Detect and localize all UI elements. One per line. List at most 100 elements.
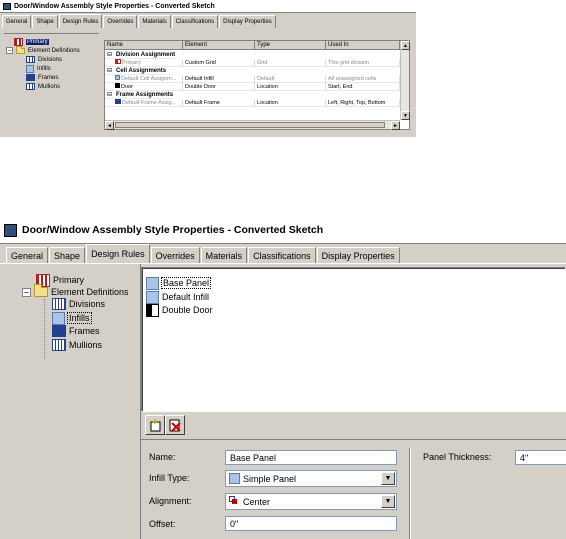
form-divider (409, 448, 411, 539)
bottom-window-icon (4, 224, 17, 237)
offset-field[interactable]: 0" (225, 516, 397, 531)
table-row[interactable]: Door Double Door Location Start, End (105, 83, 400, 91)
top-tab-classifications[interactable]: Classifications (171, 15, 219, 28)
scroll-up-icon[interactable]: ▲ (401, 41, 410, 50)
top-tab-general[interactable]: General (2, 15, 32, 28)
group-row-frame[interactable]: ⊟ Frame Assignments (105, 91, 400, 99)
cell-element: Custom Grid (183, 59, 255, 67)
divisions-icon (26, 56, 35, 63)
top-tab-strip: General Shape Design Rules Overrides Mat… (0, 14, 416, 28)
scroll-thumb[interactable] (115, 122, 385, 128)
top-tab-shape[interactable]: Shape (32, 15, 58, 28)
infill-type-select[interactable]: Simple Panel ▼ (225, 470, 397, 487)
group-row-division[interactable]: ⊟ Division Assignment (105, 51, 400, 59)
delete-infill-button[interactable] (165, 415, 185, 435)
cell-type: Location (255, 99, 326, 107)
top-tab-display-properties[interactable]: Display Properties (219, 15, 276, 28)
panel-thickness-value: 4" (520, 452, 529, 463)
bottom-tree-primary-label: Primary (53, 275, 84, 285)
scroll-right-icon[interactable]: ► (391, 121, 400, 130)
cell-used-in: All unassigned cells (326, 75, 400, 83)
top-tree-element-definitions[interactable]: − Element Definitions (6, 45, 80, 55)
infill-icon (115, 75, 120, 80)
top-tree-infills-label: Infills (37, 65, 51, 72)
bottom-tree-view: Primary − Element Definitions Divisions … (14, 273, 134, 539)
primary-grid-icon (14, 37, 23, 46)
bottom-tab-materials[interactable]: Materials (200, 247, 248, 263)
list-item-label: Default Infill (162, 292, 210, 302)
bottom-tab-overrides[interactable]: Overrides (150, 247, 200, 263)
alignment-select[interactable]: Center ▼ (225, 493, 397, 510)
infill-type-value: Simple Panel (243, 473, 297, 484)
collapse-icon[interactable]: ⊟ (105, 51, 114, 59)
name-field-value: Base Panel (230, 452, 277, 463)
scroll-left-icon[interactable]: ◄ (105, 121, 114, 130)
list-item-label: Base Panel (160, 277, 212, 289)
tab-page-edge (0, 263, 566, 264)
bottom-tree-mullions[interactable]: Mullions (52, 338, 102, 352)
top-tree-frames-label: Frames (38, 74, 59, 81)
top-table-horizontal-scrollbar[interactable]: ◄ ► (105, 120, 400, 130)
chevron-down-icon[interactable]: ▼ (381, 472, 395, 485)
group-row-cell[interactable]: ⊟ Cell Assignments (105, 67, 400, 75)
name-label-text: Name: (149, 452, 176, 462)
top-tree-mullions-label: Mullions (38, 83, 61, 90)
col-header-element[interactable]: Element (183, 41, 255, 49)
top-tab-materials[interactable]: Materials (138, 15, 171, 28)
bottom-tree-frames[interactable]: Frames (52, 324, 100, 338)
name-field[interactable]: Base Panel (225, 450, 397, 465)
chevron-down-icon[interactable]: ▼ (381, 495, 395, 508)
top-tree-frames[interactable]: Frames (26, 73, 58, 82)
bottom-tab-general[interactable]: General (6, 247, 49, 263)
bottom-tree-frames-label: Frames (69, 326, 100, 336)
table-row[interactable]: Primary Custom Grid Grid This grid divis… (105, 59, 400, 67)
name-label: Name: (149, 452, 176, 462)
top-tree-mullions[interactable]: Mullions (26, 82, 60, 91)
infill-list: Base Panel Default Infill Double Door (141, 267, 566, 412)
bottom-tab-design-rules[interactable]: Design Rules (86, 244, 150, 263)
col-header-type[interactable]: Type (255, 41, 326, 49)
cell-used-in: Start, End (326, 83, 400, 91)
bottom-tab-shape[interactable]: Shape (49, 247, 86, 263)
col-header-name[interactable]: Name (105, 41, 183, 49)
cell-type: Location (255, 83, 326, 91)
top-window-title: Door/Window Assembly Style Properties - … (14, 2, 215, 10)
top-title-bar: Door/Window Assembly Style Properties - … (0, 0, 416, 13)
new-infill-button[interactable] (145, 415, 165, 435)
col-header-used-in[interactable]: Used In (326, 41, 400, 49)
table-row[interactable]: Default Cell Assignm... Default Infill D… (105, 75, 400, 83)
bottom-tree-divisions[interactable]: Divisions (52, 297, 105, 311)
frame-icon (26, 74, 35, 81)
bottom-dialog: Door/Window Assembly Style Properties - … (0, 217, 566, 539)
table-row[interactable]: Default Frame Assig... Default Frame Loc… (105, 99, 400, 107)
top-tree-divisions[interactable]: Divisions (26, 55, 62, 64)
infill-icon (52, 311, 65, 325)
top-tree-infills[interactable]: Infills (26, 64, 51, 73)
cell-name-text: Default Cell Assignm... (121, 76, 177, 82)
cell-name: Primary (105, 59, 183, 67)
bottom-tree-element-definitions-label: Element Definitions (51, 287, 129, 297)
collapse-icon[interactable]: − (6, 47, 13, 54)
top-tab-overrides[interactable]: Overrides (103, 15, 138, 28)
top-table-vertical-scrollbar[interactable]: ▲ ▼ (400, 41, 410, 120)
list-item[interactable]: Base Panel (146, 276, 212, 290)
bottom-tree-infills-label: Infills (67, 312, 92, 324)
collapse-icon[interactable]: ⊟ (105, 67, 114, 75)
top-tab-design-rules[interactable]: Design Rules (58, 14, 103, 28)
collapse-icon[interactable]: ⊟ (105, 91, 114, 99)
list-item[interactable]: Default Infill (146, 290, 209, 304)
bottom-tree-infills[interactable]: Infills (52, 311, 92, 325)
cell-element: Double Door (183, 83, 255, 91)
top-assignment-table: Name Element Type Used In ⊟ Division Ass… (104, 40, 410, 130)
alignment-label-text: Alignment: (149, 496, 192, 506)
cell-type: Grid (255, 59, 326, 67)
cell-used-in: Left, Right, Top, Bottom (326, 99, 400, 107)
panel-thickness-field[interactable]: 4" (515, 450, 566, 465)
bottom-tab-classifications[interactable]: Classifications (248, 247, 316, 263)
list-item[interactable]: Double Door (146, 303, 213, 317)
bottom-tab-display-properties[interactable]: Display Properties (316, 247, 400, 263)
collapse-icon[interactable]: − (22, 287, 31, 297)
frame-icon (115, 99, 121, 104)
scroll-down-icon[interactable]: ▼ (401, 111, 410, 120)
primary-grid-icon (115, 59, 121, 64)
